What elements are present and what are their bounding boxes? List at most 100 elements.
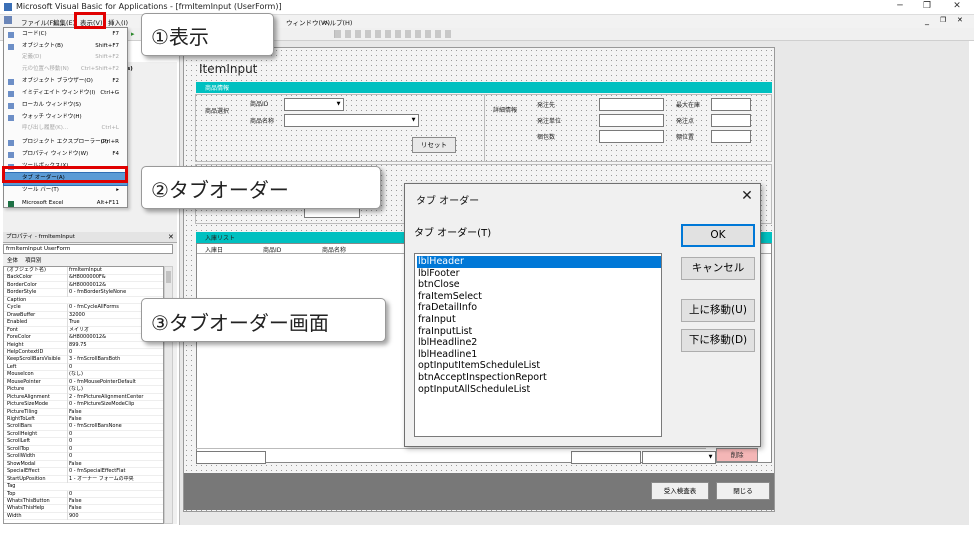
property-row[interactable]: ForeColor &H80000012& <box>4 334 163 342</box>
row-date-field[interactable] <box>196 451 266 464</box>
property-value[interactable]: 0 <box>67 430 162 439</box>
view-menu-item[interactable]: オブジェクト ブラウザー(O) F2 <box>4 76 127 88</box>
item-id-combobox[interactable]: ▼ <box>284 98 344 111</box>
minimize-button[interactable]: ─ <box>890 1 910 13</box>
property-row[interactable]: PictureSizeMode 0 - fmPictureSizeModeClip <box>4 401 163 409</box>
property-value[interactable]: 899.75 <box>67 341 162 349</box>
property-row[interactable]: BackColor &H8000000F& <box>4 274 163 282</box>
property-value[interactable]: &H80000012& <box>67 281 162 290</box>
accept-inspection-button[interactable]: 受入検査表 <box>651 482 709 500</box>
property-value[interactable]: 2 - fmPictureAlignmentCenter <box>67 393 162 402</box>
property-value[interactable]: False <box>67 416 162 424</box>
scrollbar-thumb[interactable] <box>166 271 171 283</box>
tab-order-list-item[interactable]: fraInput <box>417 314 661 326</box>
run-icon[interactable]: ▸ <box>131 30 137 38</box>
property-row[interactable]: WhatsThisHelp False <box>4 505 163 513</box>
view-menu-item[interactable]: ツール バー(T) ▸ <box>4 185 127 197</box>
property-row[interactable]: Top 0 <box>4 490 163 498</box>
excel-menu-icon[interactable] <box>4 16 12 24</box>
property-value[interactable]: 0 - fmMousePointerDefault <box>67 378 162 387</box>
tab-order-list-item[interactable]: fraItemSelect <box>417 291 661 303</box>
tab-order-list-item[interactable]: btnAcceptInspectionReport <box>417 372 661 384</box>
supplier-textbox[interactable] <box>599 98 664 111</box>
property-row[interactable]: ScrollHeight 0 <box>4 430 163 439</box>
cancel-button[interactable]: キャンセル <box>681 257 755 280</box>
reset-button[interactable]: リセット <box>412 137 456 153</box>
tab-order-list-item[interactable]: lblHeader <box>417 256 661 268</box>
inner-minimize-button[interactable]: _ <box>925 16 929 25</box>
property-row[interactable]: SpecialEffect 0 - fmSpecialEffectFlat <box>4 468 163 476</box>
tab-alphabetic[interactable]: 全体 <box>7 256 18 264</box>
move-down-button[interactable]: 下に移動(D) <box>681 329 755 352</box>
property-value[interactable]: 0 - fmPictureSizeModeClip <box>67 401 162 409</box>
tab-order-list-item[interactable]: fraDetailInfo <box>417 302 661 314</box>
inner-maximize-button[interactable]: ❐ <box>940 16 946 24</box>
property-row[interactable]: MouseIcon (なし) <box>4 371 163 379</box>
order-unit-textbox[interactable] <box>599 114 664 127</box>
reorder-point-textbox[interactable] <box>711 114 751 127</box>
property-row[interactable]: DrawBuffer 32000 <box>4 311 163 320</box>
property-row[interactable]: RightToLeft False <box>4 416 163 424</box>
property-value[interactable]: False <box>67 497 162 506</box>
property-row[interactable]: Cycle 0 - fmCycleAllForms <box>4 304 163 312</box>
property-row[interactable]: Picture (なし) <box>4 386 163 394</box>
pack-qty-textbox[interactable] <box>599 130 664 143</box>
row-combobox[interactable]: ▼ <box>642 451 716 464</box>
maximize-button[interactable]: ❐ <box>917 1 937 13</box>
property-row[interactable]: Height 899.75 <box>4 341 163 349</box>
property-row[interactable]: ShowModal False <box>4 460 163 469</box>
property-row[interactable]: Width 900 <box>4 512 163 521</box>
property-row[interactable]: BorderColor &H80000012& <box>4 281 163 290</box>
view-menu-item[interactable]: プロジェクト エクスプローラー(P) Ctrl+R <box>4 137 127 149</box>
tab-order-listbox[interactable]: lblHeader lblFooter btnClose fraItemSelect f… <box>414 253 662 437</box>
properties-close-icon[interactable]: ✕ <box>168 233 174 241</box>
property-value[interactable]: 0 <box>67 438 162 446</box>
property-row[interactable]: ScrollBars 0 - fmScrollBarsNone <box>4 423 163 431</box>
shelf-textbox[interactable] <box>711 130 751 143</box>
property-value[interactable]: 0 - fmBorderStyleNone <box>67 289 162 297</box>
property-value[interactable]: (なし) <box>67 371 162 379</box>
tab-order-list-item[interactable]: lblHeadline2 <box>417 337 661 349</box>
max-stock-textbox[interactable] <box>711 98 751 111</box>
view-menu-item[interactable]: プロパティ ウィンドウ(W) F4 <box>4 149 127 161</box>
property-row[interactable]: PictureTiling False <box>4 408 163 417</box>
property-row[interactable]: PictureAlignment 2 - fmPictureAlignmentCe… <box>4 393 163 402</box>
ok-button[interactable]: OK <box>681 224 755 247</box>
item-name-combobox[interactable]: ▼ <box>284 114 419 127</box>
property-value[interactable]: False <box>67 505 162 513</box>
property-value[interactable]: 0 - fmSpecialEffectFlat <box>67 468 162 476</box>
property-row[interactable]: KeepScrollBarsVisible 3 - fmScrollBarsBot… <box>4 356 163 364</box>
tab-order-list-item[interactable]: btnClose <box>417 279 661 291</box>
close-window-button[interactable]: ✕ <box>947 1 967 13</box>
chevron-down-icon[interactable]: ▼ <box>410 117 417 125</box>
menu-insert[interactable]: 挿入(I) <box>108 17 128 27</box>
property-row[interactable]: StartUpPosition 1 - オーナー フォームの中央 <box>4 475 163 484</box>
delete-button[interactable]: 削除 <box>716 448 758 462</box>
property-value[interactable]: False <box>67 408 162 417</box>
menu-file[interactable]: ファイル(F) <box>21 17 56 27</box>
view-menu-item[interactable]: Microsoft Excel Alt+F11 <box>4 198 127 210</box>
menu-help[interactable]: ヘルプ(H) <box>323 17 352 27</box>
property-value[interactable]: 0 - fmScrollBarsNone <box>67 423 162 431</box>
property-value[interactable]: &H8000000F& <box>67 274 162 282</box>
view-menu-item[interactable]: オブジェクト(B) Shift+F7 <box>4 41 127 53</box>
property-row[interactable]: WhatsThisButton False <box>4 497 163 506</box>
row-qty-field[interactable] <box>571 451 641 464</box>
property-row[interactable]: Caption <box>4 297 163 305</box>
tab-order-list-item[interactable]: lblHeadline1 <box>417 349 661 361</box>
property-row[interactable]: Enabled True <box>4 319 163 327</box>
property-value[interactable]: 0 <box>67 348 162 357</box>
view-menu-item[interactable]: ローカル ウィンドウ(S) <box>4 100 127 112</box>
properties-object-select[interactable]: frmItemInput UserForm <box>3 244 173 254</box>
tab-order-list-item[interactable]: lblFooter <box>417 268 661 280</box>
property-value[interactable]: 0 <box>67 445 162 454</box>
property-row[interactable]: MousePointer 0 - fmMousePointerDefault <box>4 378 163 387</box>
view-menu-item[interactable]: ウォッチ ウィンドウ(H) <box>4 112 127 124</box>
property-row[interactable]: ScrollWidth 0 <box>4 453 163 461</box>
tab-order-list-item[interactable]: fraInputList <box>417 326 661 338</box>
property-value[interactable]: 1 - オーナー フォームの中央 <box>67 475 162 484</box>
property-row[interactable]: ScrollTop 0 <box>4 445 163 454</box>
property-value[interactable]: 3 - fmScrollBarsBoth <box>67 356 162 364</box>
property-row[interactable]: HelpContextID 0 <box>4 348 163 357</box>
tab-order-list-item[interactable]: optInputItemScheduleList <box>417 360 661 372</box>
